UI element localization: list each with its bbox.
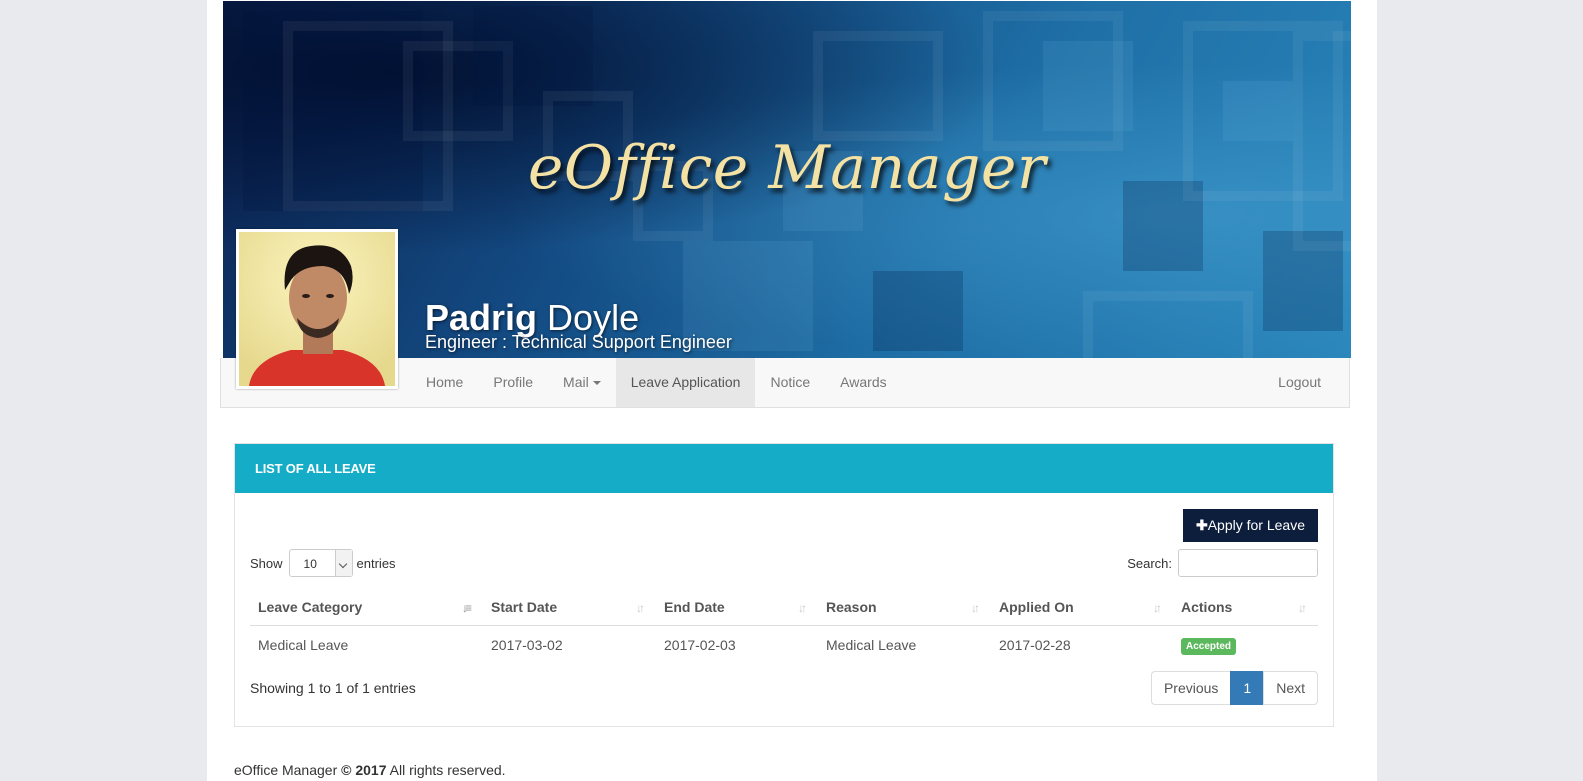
cell-end-date: 2017-02-03 [664, 637, 736, 653]
page-length-select[interactable]: 10 [288, 549, 353, 577]
show-label: Show [250, 555, 283, 571]
footer-brand: eOffice Manager [234, 762, 338, 778]
col-reason-label: Reason [826, 599, 877, 615]
leave-table: Leave Category ↓≡ Start Date ↓↑ End Date ↓↑… [250, 589, 1318, 664]
col-end-date-label: End Date [664, 599, 725, 615]
cell-reason: Medical Leave [826, 637, 917, 653]
col-actions[interactable]: Actions ↓↑ [1173, 589, 1318, 626]
leave-list-panel: LIST OF ALL LEAVE ✚Apply for Leave Show … [234, 443, 1334, 727]
apply-for-leave-label: Apply for Leave [1207, 517, 1305, 533]
nav-awards[interactable]: Awards [825, 358, 901, 407]
nav-menu: Home Profile Mail Leave Application Noti… [411, 358, 902, 407]
footer: eOffice Manager © 2017 All rights reserv… [234, 762, 506, 778]
sort-icon: ↓↑ [1153, 601, 1162, 615]
sort-icon: ↓↑ [1298, 601, 1307, 615]
cell-applied-on: 2017-02-28 [999, 637, 1071, 653]
plus-icon: ✚ [1195, 517, 1208, 533]
col-leave-category-label: Leave Category [258, 599, 363, 615]
pagination-previous[interactable]: Previous [1150, 671, 1232, 705]
col-end-date[interactable]: End Date ↓↑ [656, 589, 818, 626]
col-start-date[interactable]: Start Date ↓↑ [483, 589, 656, 626]
nav-mail[interactable]: Mail [548, 358, 616, 407]
page-length-value: 10 [303, 557, 317, 571]
col-applied-on-label: Applied On [999, 599, 1074, 615]
chevron-down-icon [334, 550, 352, 576]
nav-notice[interactable]: Notice [755, 358, 825, 407]
app-title: eOffice Manager [527, 133, 1047, 203]
user-designation: Engineer : Technical Support Engineer [425, 332, 732, 352]
col-leave-category[interactable]: Leave Category ↓≡ [250, 589, 483, 626]
pagination-page-1[interactable]: 1 [1230, 671, 1265, 705]
apply-for-leave-button[interactable]: ✚Apply for Leave [1182, 509, 1318, 542]
nav-home[interactable]: Home [411, 358, 478, 407]
status-badge: Accepted [1181, 637, 1237, 655]
footer-year: © 2017 [341, 762, 387, 778]
search-control: Search: [1127, 549, 1318, 577]
search-label: Search: [1127, 555, 1172, 571]
entries-label: entries [356, 555, 396, 571]
pagination-next[interactable]: Next [1263, 671, 1318, 705]
cell-actions: Accepted [1173, 626, 1318, 665]
panel-title: LIST OF ALL LEAVE [235, 444, 1333, 493]
nav-leave-application[interactable]: Leave Application [615, 358, 756, 407]
sort-icon: ↓↑ [971, 601, 980, 615]
col-reason[interactable]: Reason ↓↑ [818, 589, 991, 626]
nav-profile[interactable]: Profile [478, 358, 548, 407]
sort-icon: ↓↑ [798, 601, 807, 615]
footer-rights: All rights reserved. [389, 762, 506, 778]
search-input[interactable] [1178, 549, 1318, 577]
cell-category: Medical Leave [258, 637, 349, 653]
caret-down-icon [592, 381, 601, 386]
profile-avatar [236, 229, 398, 389]
sort-icon: ↓↑ [636, 601, 645, 615]
table-row: Medical Leave 2017-03-02 2017-02-03 Medi… [250, 626, 1318, 665]
table-header-row: Leave Category ↓≡ Start Date ↓↑ End Date ↓↑… [250, 589, 1318, 626]
logout-link[interactable]: Logout [1278, 358, 1321, 407]
page-length-control: Show 10 entries [250, 549, 396, 577]
sort-asc-icon: ↓≡ [461, 601, 472, 615]
pagination: Previous 1 Next [1150, 671, 1318, 705]
table-info: Showing 1 to 1 of 1 entries [250, 680, 416, 696]
page: eOffice Manager Padrig Doyle Engineer : … [207, 0, 1377, 781]
col-start-date-label: Start Date [491, 599, 558, 615]
cell-start-date: 2017-03-02 [491, 637, 563, 653]
col-actions-label: Actions [1181, 599, 1233, 615]
col-applied-on[interactable]: Applied On ↓↑ [991, 589, 1173, 626]
nav-mail-label: Mail [563, 374, 589, 390]
